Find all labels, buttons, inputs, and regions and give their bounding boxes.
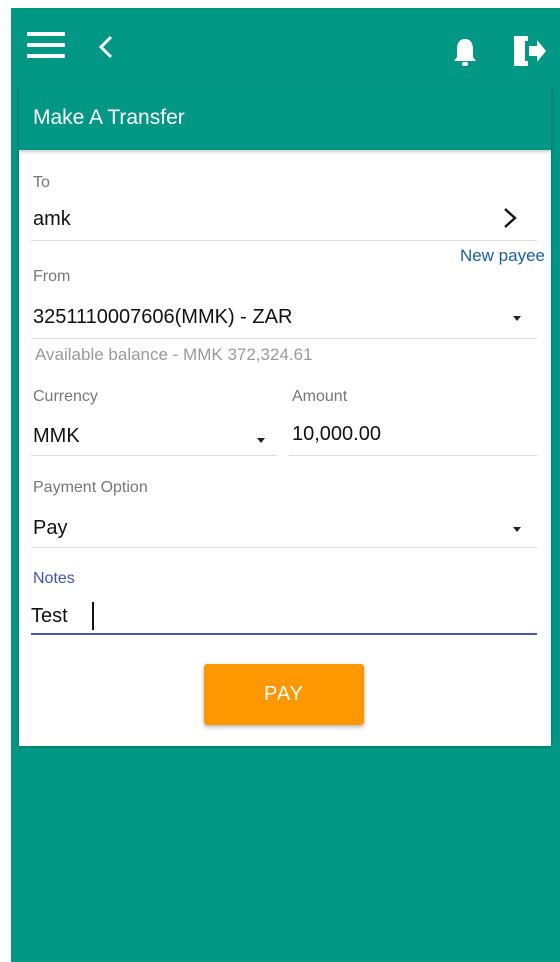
payment-option-dropdown-caret-icon[interactable]: [513, 527, 521, 532]
screen: Make A Transfer To amk New payee From 32…: [0, 0, 560, 962]
top-app-bar: [11, 8, 560, 84]
card-title: Make A Transfer: [33, 106, 185, 129]
hamburger-menu-icon[interactable]: [27, 30, 65, 60]
card-header: Make A Transfer: [19, 86, 551, 150]
amount-label: Amount: [292, 388, 348, 405]
currency-select[interactable]: MMK: [33, 425, 80, 448]
payment-option-label: Payment Option: [33, 479, 148, 496]
to-payee-field[interactable]: amk: [33, 208, 71, 231]
amount-underline: [289, 455, 537, 456]
text-cursor: [92, 602, 94, 630]
payment-option-select[interactable]: Pay: [33, 517, 67, 540]
app-background: Make A Transfer To amk New payee From 32…: [11, 8, 560, 962]
available-balance-hint: Available balance - MMK 372,324.61: [35, 345, 313, 364]
from-label: From: [33, 268, 71, 285]
currency-underline: [31, 455, 277, 456]
bell-icon[interactable]: [451, 36, 479, 68]
pay-button[interactable]: PAY: [204, 664, 364, 725]
from-dropdown-caret-icon[interactable]: [513, 316, 521, 321]
new-payee-link[interactable]: New payee: [460, 246, 545, 266]
notes-label: Notes: [33, 570, 75, 587]
payment-option-underline: [31, 547, 537, 548]
currency-label: Currency: [33, 388, 98, 405]
notes-input[interactable]: [31, 599, 537, 635]
transfer-card: Make A Transfer To amk New payee From 32…: [19, 86, 551, 746]
amount-input[interactable]: 10,000.00: [292, 423, 381, 446]
chevron-left-icon[interactable]: [95, 34, 119, 60]
logout-icon[interactable]: [511, 34, 547, 68]
currency-dropdown-caret-icon[interactable]: [257, 438, 265, 443]
to-underline: [31, 240, 537, 241]
chevron-right-icon[interactable]: [501, 206, 519, 230]
from-account-select[interactable]: 3251110007606(MMK) - ZAR: [33, 306, 292, 329]
to-label: To: [33, 174, 50, 191]
from-underline: [31, 338, 537, 339]
